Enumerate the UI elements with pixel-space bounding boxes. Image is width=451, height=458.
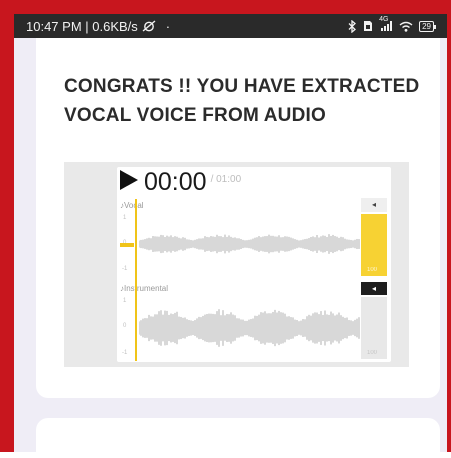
volume-slider-instrumental[interactable]: 100	[361, 297, 387, 359]
screen-frame-left	[0, 0, 14, 452]
status-time-network: 10:47 PM | 0.6KB/s	[26, 18, 138, 34]
sim-icon	[363, 20, 373, 32]
alarm-off-icon	[142, 20, 156, 32]
status-bar: 10:47 PM | 0.6KB/s · 4G 29	[14, 14, 447, 38]
scale-tick: 1	[123, 298, 127, 304]
instrumental-waveform	[139, 309, 360, 347]
track-marker	[120, 243, 134, 247]
playhead[interactable]	[135, 199, 137, 361]
track-label-vocal: ♪Vocal	[120, 201, 144, 210]
play-icon[interactable]	[118, 169, 140, 196]
track-name: Vocal	[124, 201, 144, 210]
track-name: Instrumental	[124, 284, 169, 293]
screen-frame-right	[447, 0, 451, 452]
volume-value: 100	[367, 267, 378, 273]
status-dot: ·	[165, 18, 171, 34]
vocal-waveform	[139, 234, 360, 254]
scale-tick: 1	[123, 215, 127, 221]
wifi-icon	[399, 21, 413, 32]
scale-tick: -1	[122, 266, 128, 272]
battery-icon: 29	[419, 20, 436, 32]
track-label-instrumental: ♪Instrumental	[120, 284, 168, 293]
signal-icon: 4G	[379, 16, 393, 32]
scale-tick: -1	[122, 350, 128, 356]
next-card	[36, 418, 440, 458]
battery-level: 29	[422, 21, 431, 31]
playback-row: 00:00 / 01:00	[118, 168, 241, 196]
mute-button-vocal[interactable]: ◂	[361, 198, 387, 212]
mute-button-instrumental[interactable]: ◂	[361, 282, 387, 295]
scale-tick: 0	[123, 323, 127, 329]
network-type-label: 4G	[379, 16, 389, 23]
bluetooth-icon	[347, 19, 357, 33]
volume-value: 100	[367, 350, 378, 356]
volume-slider-vocal[interactable]: 100	[361, 214, 387, 276]
total-time: / 01:00	[210, 173, 242, 185]
screen-frame-top	[0, 0, 451, 14]
success-headline: CONGRATS !! YOU HAVE EXTRACTED VOCAL VOI…	[64, 76, 420, 126]
current-time: 00:00	[144, 168, 207, 196]
